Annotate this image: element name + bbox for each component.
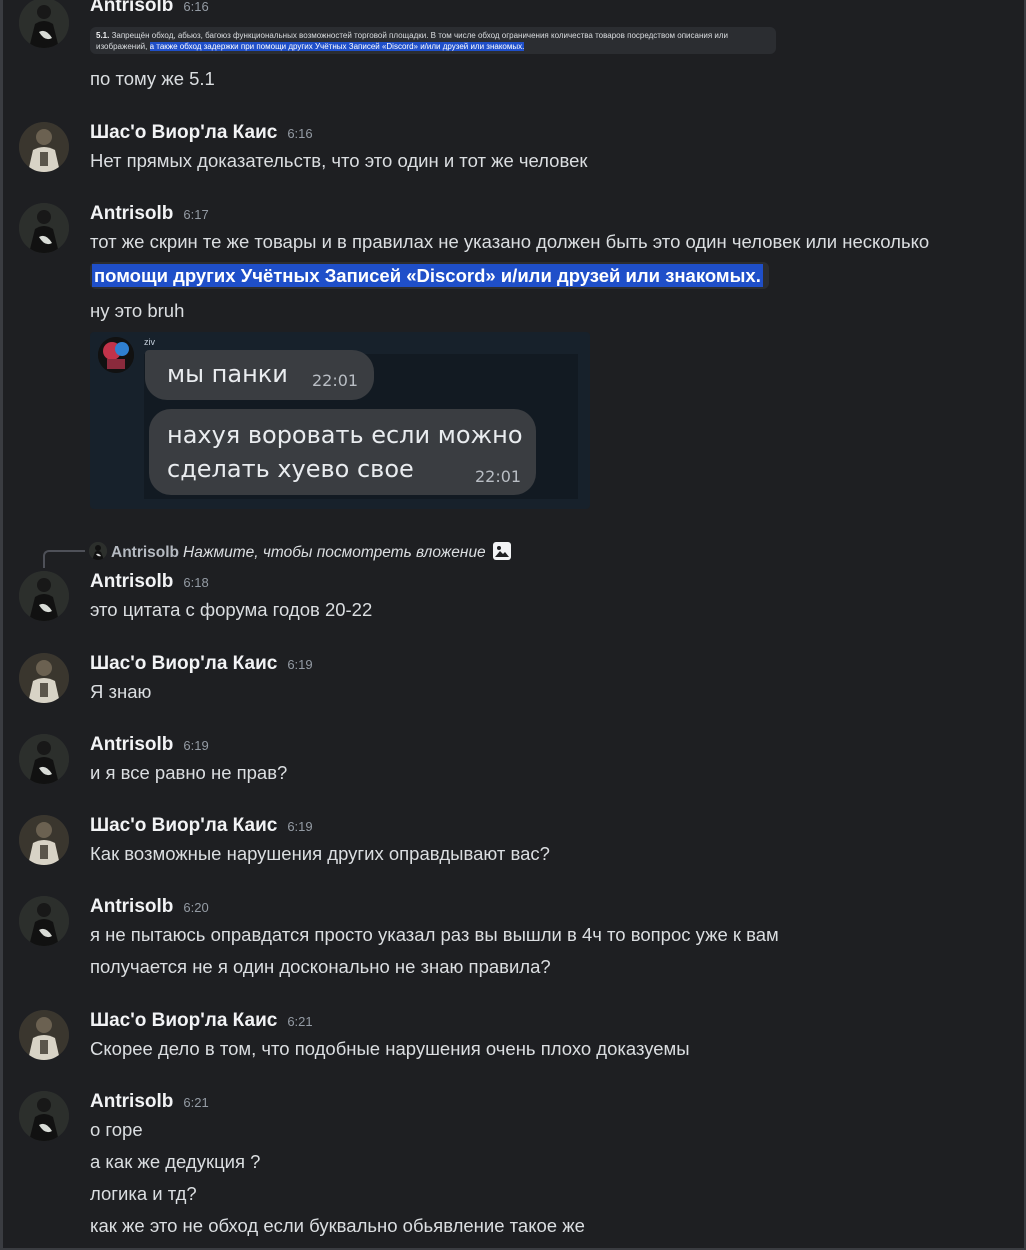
bubble-time: 22:01	[475, 467, 522, 486]
rule-highlight: а также обход задержки при помощи других…	[149, 42, 525, 51]
rule-screenshot[interactable]: 5.1. Запрещён обход, абьюз, багоюз функц…	[90, 27, 776, 54]
timestamp: 6:21	[287, 1014, 313, 1029]
bubble-text: сделать хуево свое	[167, 455, 414, 483]
timestamp: 6:19	[287, 819, 313, 834]
message-text: Как возможные нарушения других оправдыва…	[90, 843, 550, 864]
message-text: Я знаю	[90, 681, 152, 702]
reply-connector	[43, 550, 85, 568]
reply-text: Нажмите, чтобы посмотреть вложение	[183, 544, 486, 561]
avatar[interactable]	[19, 734, 69, 784]
avatar[interactable]	[19, 0, 69, 48]
message-text: и я все равно не прав?	[90, 762, 288, 783]
username[interactable]: Antrisolb	[90, 1091, 173, 1112]
username[interactable]: Шас'о Виор'ла Каис	[90, 122, 277, 143]
message-text: по тому же 5.1	[90, 68, 215, 89]
message-text: Нет прямых доказательств, что это один и…	[90, 150, 588, 171]
message-text: логика и тд?	[90, 1183, 197, 1204]
timestamp: 6:20	[183, 900, 209, 915]
message-text: о горе	[90, 1119, 143, 1140]
message-text: а как же дедукция ?	[90, 1151, 261, 1172]
avatar[interactable]	[19, 815, 69, 865]
message-text: Скорее дело в том, что подобные нарушени…	[90, 1038, 690, 1059]
message-text: я не пытаюсь оправдатся просто указал ра…	[90, 924, 779, 945]
rule-number: 5.1.	[96, 31, 110, 40]
image-attachment[interactable]: ziv мы панки 22:01 нахуя воровать если м…	[90, 332, 590, 509]
quote-text: помощи других Учётных Записей «Discord» …	[92, 264, 763, 287]
bubble-time: 22:01	[312, 371, 359, 390]
timestamp: 6:16	[183, 0, 209, 14]
bubble-text: мы панки	[167, 360, 288, 388]
timestamp: 6:16	[287, 126, 313, 141]
timestamp: 6:17	[183, 207, 209, 222]
message-text: как же это не обход если буквально обьяв…	[90, 1215, 585, 1236]
quote-screenshot[interactable]: помощи других Учётных Записей «Discord» …	[90, 262, 769, 289]
reply-avatar	[89, 542, 107, 560]
timestamp: 6:19	[287, 657, 313, 672]
chat-bubble: нахуя воровать если можно сделать хуево …	[149, 409, 536, 495]
message-text: это цитата с форума годов 20-22	[90, 599, 373, 620]
avatar[interactable]	[19, 1010, 69, 1060]
timestamp: 6:21	[183, 1095, 209, 1110]
message-text: ну это bruh	[90, 300, 185, 321]
avatar[interactable]	[19, 571, 69, 621]
chat-bubble: мы панки 22:01	[145, 350, 374, 400]
username[interactable]: Шас'о Виор'ла Каис	[90, 815, 277, 836]
message-text: получается не я один досконально не знаю…	[90, 956, 551, 977]
username[interactable]: Antrisolb	[90, 0, 173, 16]
sender-name: ziv	[144, 337, 155, 347]
username[interactable]: Antrisolb	[90, 571, 173, 592]
username[interactable]: Antrisolb	[90, 734, 173, 755]
message-text: тот же скрин те же товары и в правилах н…	[90, 231, 930, 252]
image-icon	[492, 541, 512, 561]
username[interactable]: Шас'о Виор'ла Каис	[90, 1010, 277, 1031]
username[interactable]: Шас'о Виор'ла Каис	[90, 653, 277, 674]
avatar[interactable]	[19, 203, 69, 253]
avatar[interactable]	[19, 122, 69, 172]
username[interactable]: Antrisolb	[90, 203, 173, 224]
sender-avatar	[98, 337, 134, 373]
reply-preview[interactable]: Antrisolb Нажмите, чтобы посмотреть вложе…	[89, 541, 512, 562]
timestamp: 6:19	[183, 738, 209, 753]
avatar[interactable]	[19, 896, 69, 946]
username[interactable]: Antrisolb	[90, 896, 173, 917]
reply-author: Antrisolb	[111, 544, 180, 561]
timestamp: 6:18	[183, 575, 209, 590]
avatar[interactable]	[19, 653, 69, 703]
avatar[interactable]	[19, 1091, 69, 1141]
bubble-text: нахуя воровать если можно	[167, 421, 523, 449]
